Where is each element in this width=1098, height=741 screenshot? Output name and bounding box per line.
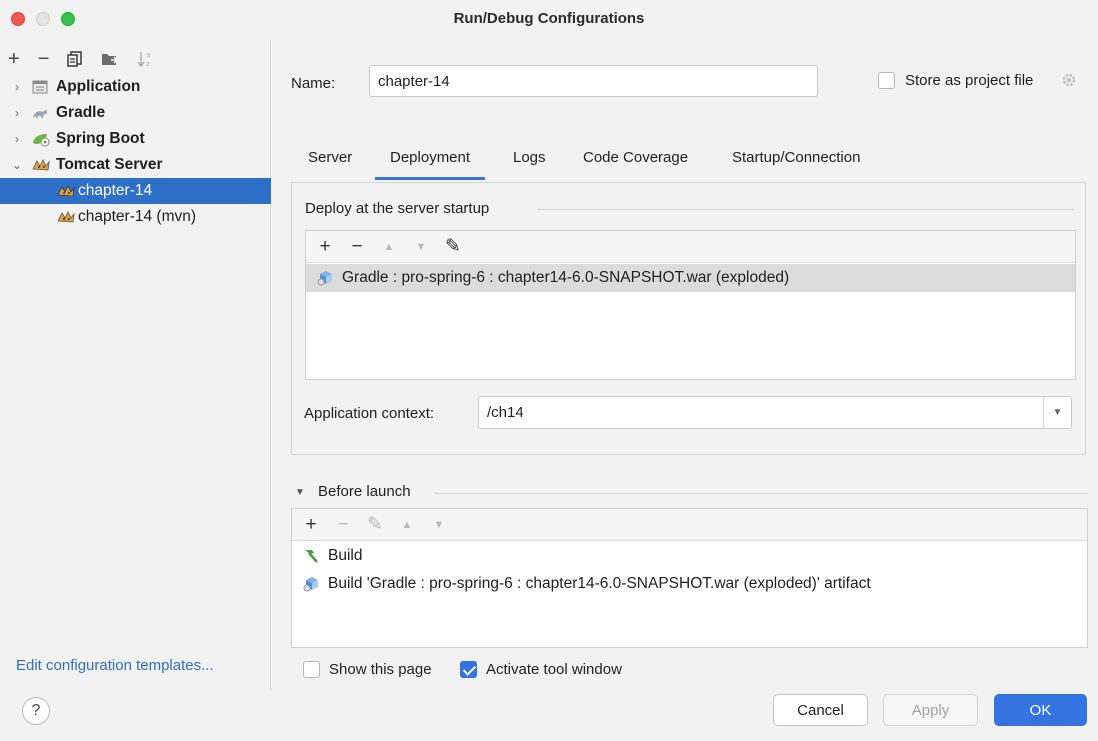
tab-server[interactable]: Server (308, 140, 352, 180)
cancel-button[interactable]: Cancel (773, 694, 868, 726)
run-debug-configurations-dialog: Run/Debug Configurations + − az › Applic… (0, 0, 1098, 741)
add-task-button[interactable]: + (302, 514, 320, 536)
tomcat-icon (56, 183, 76, 199)
tree-item-label: Spring Boot (56, 130, 145, 147)
gear-icon[interactable] (1060, 71, 1078, 93)
tab-deployment[interactable]: Deployment (375, 140, 486, 180)
edit-task-button[interactable]: ✎ (366, 513, 384, 536)
sidebar-toolbar: + − az (8, 46, 153, 72)
chevron-down-icon[interactable]: ⌄ (11, 158, 23, 172)
configuration-editor: Name: chapter-14 Store as project file S… (272, 40, 1098, 690)
remove-task-button[interactable]: − (334, 514, 352, 536)
application-context-value[interactable]: /ch14 (479, 404, 1043, 421)
before-launch-title: Before launch (318, 483, 411, 500)
store-as-project-file-checkbox[interactable] (878, 72, 895, 89)
tree-item-spring-boot[interactable]: › Spring Boot (0, 126, 271, 152)
build-hammer-icon (302, 548, 322, 564)
application-icon (31, 79, 51, 95)
collapse-triangle-icon[interactable]: ▼ (295, 487, 305, 498)
list-item-label: Gradle : pro-spring-6 : chapter14-6.0-SN… (342, 269, 790, 286)
section-separator (434, 493, 1088, 494)
tree-item-chapter-14[interactable]: chapter-14 (0, 178, 271, 204)
svg-text:a: a (146, 51, 150, 59)
list-item-label: Build (328, 547, 363, 564)
move-down-button[interactable]: ▼ (430, 519, 448, 531)
apply-button[interactable]: Apply (883, 694, 978, 726)
show-this-page-checkbox[interactable] (303, 661, 320, 678)
list-item[interactable]: Gradle : pro-spring-6 : chapter14-6.0-SN… (306, 264, 1075, 292)
gradle-icon (31, 105, 51, 121)
edit-configuration-templates-link[interactable]: Edit configuration templates... (16, 657, 214, 674)
remove-icon[interactable]: − (38, 49, 50, 69)
title-bar: Run/Debug Configurations (0, 0, 1098, 40)
chevron-right-icon[interactable]: › (11, 106, 23, 120)
tree-item-label: Gradle (56, 104, 106, 121)
list-item[interactable]: Build 'Gradle : pro-spring-6 : chapter14… (292, 570, 1087, 598)
deployment-list: + − ▲ ▼ ✎ Gradle : pro-spring-6 : chapte… (305, 230, 1076, 380)
activate-tool-window-checkbox[interactable] (460, 661, 477, 678)
tomcat-icon (56, 209, 76, 225)
activate-tool-window-label: Activate tool window (486, 661, 622, 678)
tab-logs[interactable]: Logs (513, 140, 546, 180)
tree-item-label: chapter-14 (mvn) (78, 208, 197, 225)
edit-artifact-button[interactable]: ✎ (444, 235, 462, 258)
tree-item-application[interactable]: › Application (0, 74, 271, 100)
chevron-down-icon[interactable]: ▼ (1043, 397, 1071, 428)
add-icon[interactable]: + (8, 49, 20, 69)
chevron-right-icon[interactable]: › (11, 132, 23, 146)
dialog-footer: ? Cancel Apply OK (0, 690, 1098, 741)
window-title: Run/Debug Configurations (453, 10, 645, 27)
help-button[interactable]: ? (22, 697, 50, 725)
show-this-page-label: Show this page (329, 661, 432, 678)
tree-item-chapter-14-mvn[interactable]: chapter-14 (mvn) (0, 204, 271, 230)
tab-code-coverage[interactable]: Code Coverage (583, 140, 688, 180)
svg-text:z: z (146, 60, 150, 68)
before-launch-list: + − ✎ ▲ ▼ Build Build 'Gradle : pro-spri… (291, 508, 1088, 648)
application-context-combo[interactable]: /ch14 ▼ (478, 396, 1072, 429)
remove-artifact-button[interactable]: − (348, 236, 366, 258)
tree-item-label: chapter-14 (78, 182, 153, 199)
deployment-panel: Deploy at the server startup + − ▲ ▼ ✎ G… (291, 182, 1086, 455)
list-item[interactable]: Build (292, 542, 1087, 570)
name-field[interactable]: chapter-14 (369, 65, 818, 97)
before-launch-toolbar: + − ✎ ▲ ▼ (292, 509, 1087, 541)
move-up-button[interactable]: ▲ (398, 519, 416, 531)
store-as-project-file-label: Store as project file (905, 72, 1034, 89)
move-up-button[interactable]: ▲ (380, 241, 398, 253)
move-to-folder-icon[interactable] (101, 51, 119, 67)
ok-button[interactable]: OK (994, 694, 1087, 726)
artifact-icon (316, 270, 336, 286)
chevron-right-icon[interactable]: › (11, 80, 23, 94)
configurations-sidebar: + − az › Application › Gradle › Spring B… (0, 40, 271, 690)
tab-startup-connection[interactable]: Startup/Connection (732, 140, 860, 180)
spring-boot-icon (31, 131, 51, 147)
deployment-list-toolbar: + − ▲ ▼ ✎ (306, 231, 1075, 263)
move-down-button[interactable]: ▼ (412, 241, 430, 253)
deploy-section-title: Deploy at the server startup (305, 200, 490, 217)
list-item-label: Build 'Gradle : pro-spring-6 : chapter14… (328, 575, 871, 592)
add-artifact-button[interactable]: + (316, 236, 334, 258)
artifact-icon (302, 576, 322, 592)
sort-icon[interactable]: az (137, 50, 153, 68)
tree-item-label: Application (56, 78, 141, 95)
tomcat-icon (31, 157, 51, 173)
name-label: Name: (291, 75, 336, 92)
copy-icon[interactable] (67, 51, 83, 67)
application-context-label: Application context: (304, 405, 435, 422)
tree-item-tomcat-server[interactable]: ⌄ Tomcat Server (0, 152, 271, 178)
tree-item-label: Tomcat Server (56, 156, 163, 173)
tree-item-gradle[interactable]: › Gradle (0, 100, 271, 126)
section-separator (537, 209, 1074, 210)
